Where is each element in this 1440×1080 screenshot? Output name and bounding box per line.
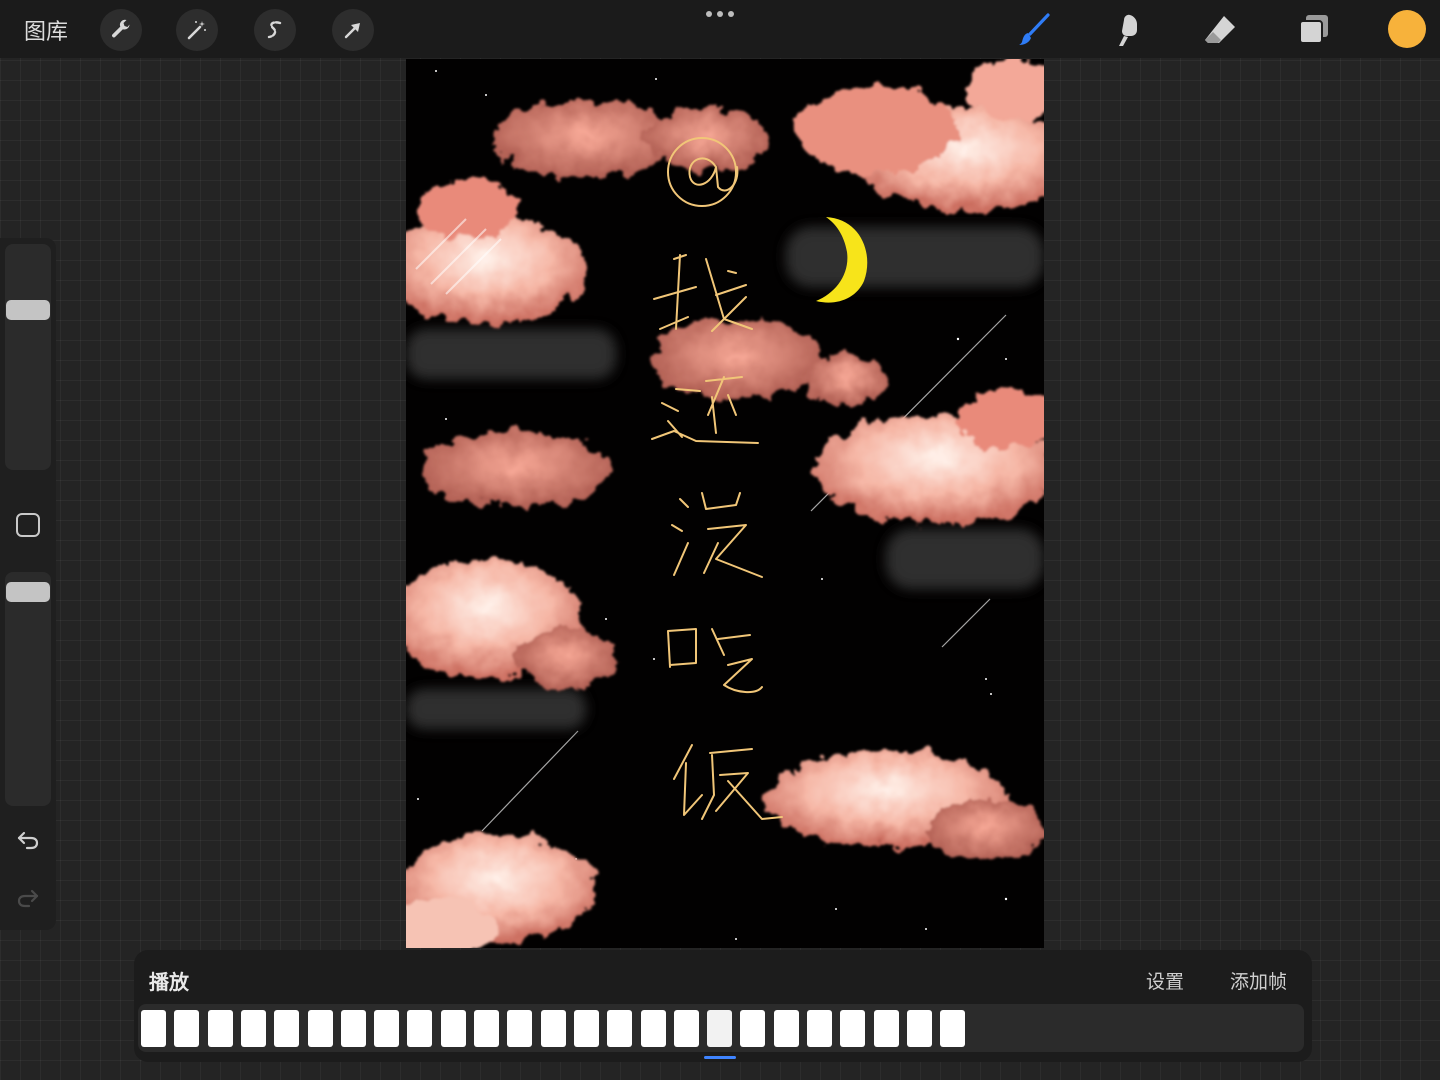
clouds [406,59,1044,948]
frame-thumbnail[interactable] [507,1010,533,1047]
handwriting-strokes [651,137,783,820]
frame-thumbnail[interactable] [673,1010,699,1047]
gallery-button[interactable]: 图库 [24,14,68,46]
brush-size-slider[interactable] [5,244,51,470]
frame-thumbnail[interactable] [906,1010,932,1047]
add-frame-button[interactable]: 添加帧 [1230,967,1287,994]
selection-icon [267,21,282,39]
wrench-icon [112,19,130,38]
paint-tool-button[interactable] [1012,8,1056,52]
left-sidebar [0,238,56,930]
smudge-icon [1119,14,1137,46]
drawing-canvas[interactable] [406,59,1044,948]
frame-thumbnail[interactable] [274,1010,300,1047]
frame-thumbnail[interactable] [607,1010,633,1047]
settings-button[interactable]: 设置 [1146,967,1184,994]
eraser-icon [1205,16,1235,43]
opacity-slider[interactable] [5,572,51,806]
frame-thumbnail[interactable] [573,1010,599,1047]
color-picker-button[interactable] [1388,10,1426,48]
dot [728,11,734,17]
more-options-button[interactable] [700,4,740,24]
artwork [406,59,1044,948]
frame-thumbnail[interactable] [873,1010,899,1047]
modify-button[interactable] [16,513,40,537]
frame-thumbnail[interactable] [540,1010,566,1047]
eraser-tool-button[interactable] [1198,8,1242,52]
frame-thumbnail[interactable] [807,1010,832,1047]
top-toolbar: 图库 [0,0,1440,58]
frame-thumbnail[interactable] [440,1010,466,1047]
frame-thumbnail[interactable] [773,1010,799,1047]
brush-size-thumb[interactable] [6,300,50,320]
frame-thumbnail[interactable] [374,1010,400,1047]
frame-thumbnail[interactable] [141,1010,166,1047]
frame-thumbnail[interactable] [740,1010,766,1047]
frame-thumbnail[interactable] [174,1010,200,1047]
undo-icon [17,831,39,850]
adjustments-button[interactable] [176,9,218,51]
actions-button[interactable] [100,9,142,51]
dot [717,11,723,17]
home-indicator [704,1056,736,1059]
frame-thumbnail[interactable] [940,1010,966,1047]
frame-thumbnail[interactable] [840,1010,866,1047]
undo-button[interactable] [14,826,42,854]
frame-thumbnail[interactable] [640,1010,666,1047]
frame-thumbnail[interactable] [474,1010,499,1047]
play-button[interactable]: 播放 [149,966,189,995]
frame-thumbnail[interactable] [307,1010,333,1047]
transform-arrow-icon [344,23,360,39]
opacity-thumb[interactable] [6,582,50,602]
magic-wand-icon [187,21,206,40]
redo-button[interactable] [14,884,42,912]
redo-icon [17,889,39,908]
frame-thumbnail[interactable] [240,1010,266,1047]
animation-assist-panel: 播放 设置 添加帧 [134,950,1312,1062]
frame-thumbnail[interactable] [340,1010,366,1047]
frame-thumbnail[interactable] [707,1010,733,1047]
frame-thumbnail[interactable] [407,1010,433,1047]
layers-button[interactable] [1292,8,1336,52]
frame-timeline [138,1004,1304,1052]
layers-icon [1299,15,1328,44]
frame-thumbnail[interactable] [207,1010,233,1047]
transform-button[interactable] [332,9,374,51]
brush-icon [1019,13,1050,45]
dot [706,11,712,17]
smudge-tool-button[interactable] [1106,8,1150,52]
selection-button[interactable] [254,9,296,51]
